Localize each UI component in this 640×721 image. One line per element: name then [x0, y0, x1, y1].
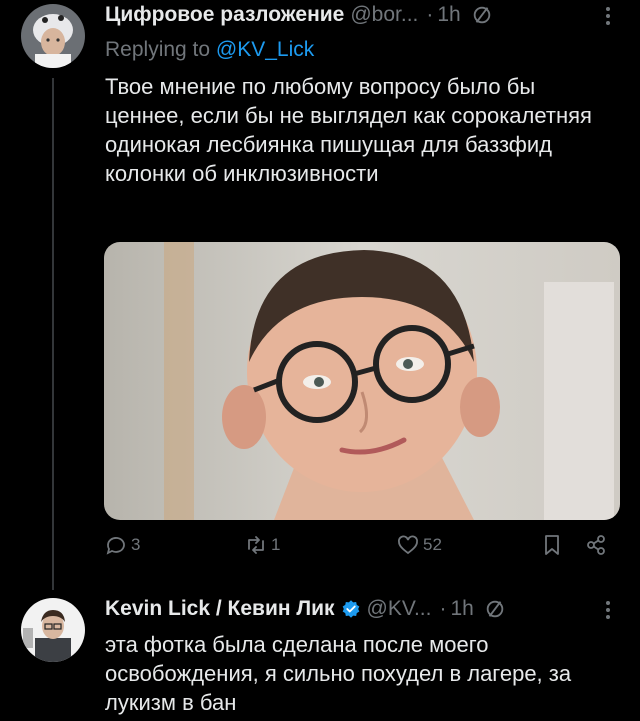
handle[interactable]: @KV... — [367, 597, 432, 621]
like-button[interactable]: 52 — [396, 533, 442, 557]
tweet-actions: 3 1 52 — [104, 533, 620, 567]
more-options-icon[interactable] — [606, 598, 610, 622]
tweet-header: Kevin Lick / Кевин Лик @KV... · 1h — [105, 594, 506, 624]
like-count: 52 — [423, 535, 442, 554]
replying-prefix: Replying to — [105, 38, 216, 61]
retweet-button[interactable]: 1 — [244, 533, 280, 557]
retweet-count: 1 — [271, 535, 281, 554]
timestamp[interactable]: 1h — [450, 597, 473, 621]
share-icon — [587, 535, 605, 555]
bookmark-button[interactable] — [540, 533, 564, 557]
tweet-text: Твое мнение по любому вопросу было бы це… — [105, 74, 592, 186]
reply-count: 3 — [131, 535, 141, 554]
verified-badge-icon[interactable] — [341, 599, 361, 619]
reply-button[interactable]: 3 — [104, 533, 140, 557]
display-name[interactable]: Kevin Lick / Кевин Лик — [105, 597, 335, 621]
tweet-photo[interactable] — [104, 242, 620, 520]
timestamp[interactable]: 1h — [437, 3, 460, 27]
retweet-icon — [248, 536, 264, 554]
thread-connector-line — [52, 78, 54, 590]
share-button[interactable] — [584, 533, 608, 557]
avatar[interactable] — [21, 4, 85, 68]
reply-mention-link[interactable]: @KV_Lick — [216, 38, 314, 61]
bookmark-icon — [545, 535, 559, 555]
heart-icon — [398, 535, 418, 555]
replying-to: Replying to @KV_Lick — [105, 38, 314, 62]
more-options-icon[interactable] — [606, 4, 610, 28]
separator-dot: · — [426, 3, 434, 26]
tweet-header: Цифровое разложение @bor... · 1h — [105, 0, 493, 30]
grok-slash-icon[interactable] — [484, 598, 506, 620]
avatar[interactable] — [21, 598, 85, 662]
separator-dot: · — [439, 597, 447, 620]
grok-slash-icon[interactable] — [471, 4, 493, 26]
handle[interactable]: @bor... — [350, 3, 418, 27]
tweet-text: эта фотка была сделана после моего освоб… — [105, 632, 572, 715]
display-name[interactable]: Цифровое разложение — [105, 3, 344, 27]
reply-icon — [106, 537, 125, 555]
